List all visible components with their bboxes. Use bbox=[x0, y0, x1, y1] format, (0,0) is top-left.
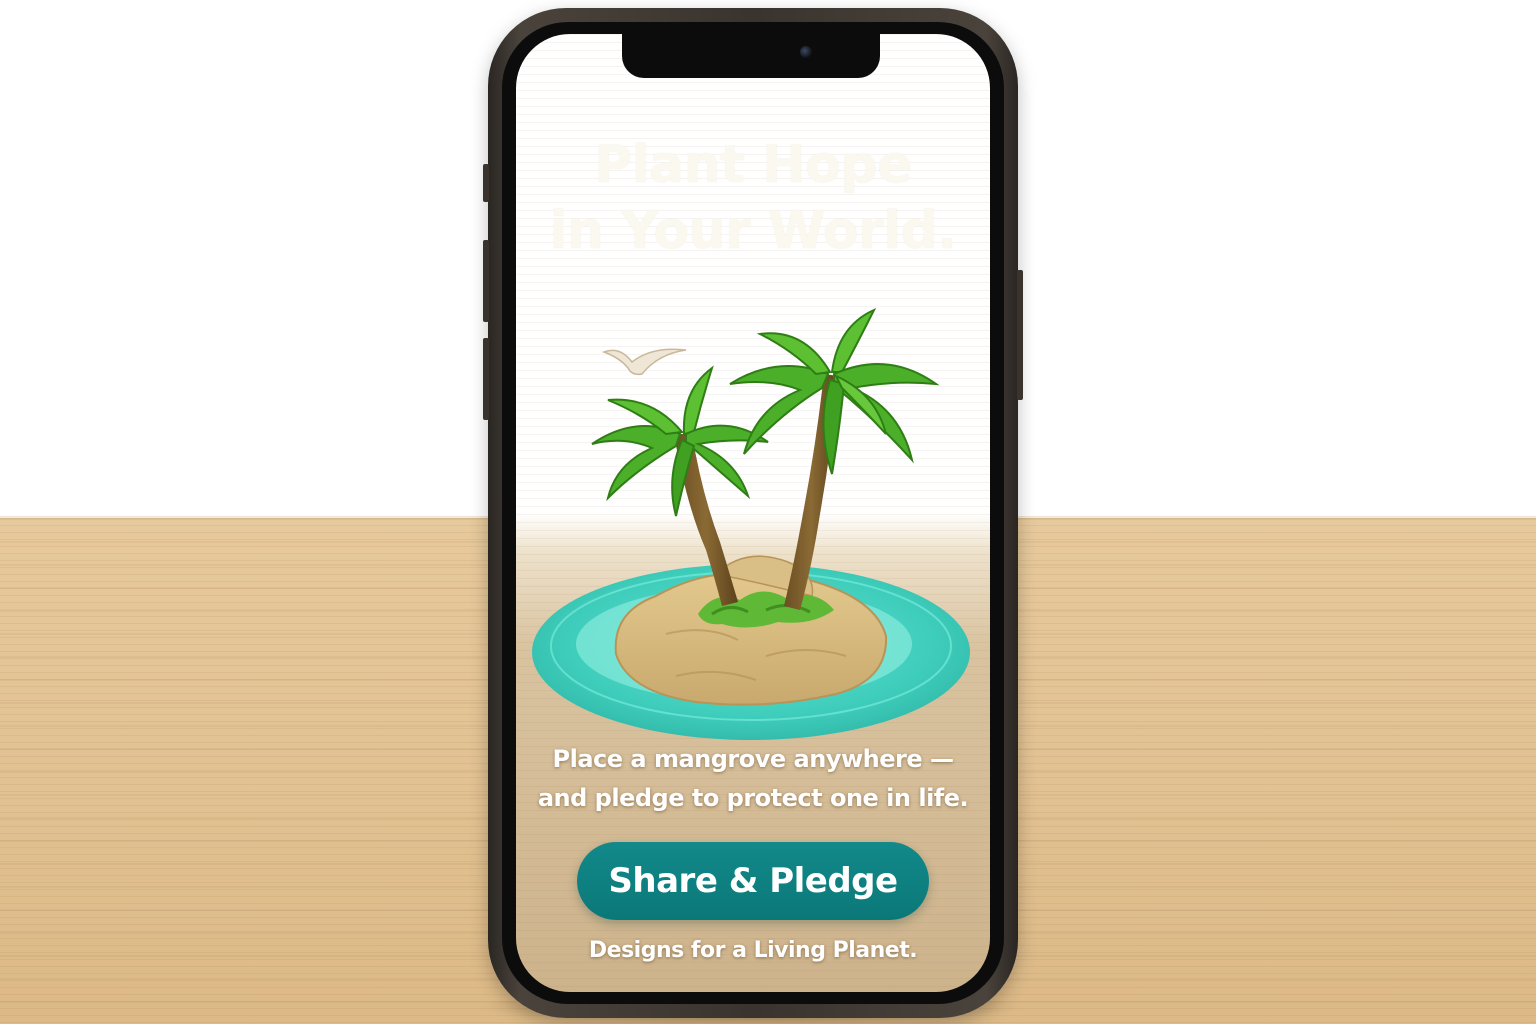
tagline: Place a mangrove anywhere — and pledge t… bbox=[516, 740, 990, 818]
tagline-line-2: and pledge to protect one in life. bbox=[537, 784, 969, 812]
headline-line-2: in Your World. bbox=[549, 201, 958, 261]
share-pledge-button[interactable]: Share & Pledge bbox=[577, 842, 929, 920]
silent-switch bbox=[483, 338, 489, 420]
palm-fronds-right bbox=[729, 307, 940, 475]
product-mockup-scene: Plant Hope in Your World. Place a mangro… bbox=[0, 0, 1536, 1024]
palm-island-icon bbox=[532, 307, 970, 740]
headline: Plant Hope in Your World. bbox=[516, 132, 990, 264]
volume-down-button bbox=[483, 240, 489, 322]
seagull-icon bbox=[601, 348, 687, 376]
phone-notch bbox=[622, 34, 880, 78]
phone-frame: Plant Hope in Your World. Place a mangro… bbox=[483, 8, 1023, 1018]
volume-up-button bbox=[483, 164, 489, 202]
share-pledge-label: Share & Pledge bbox=[608, 861, 898, 901]
front-camera-icon bbox=[800, 46, 812, 58]
tagline-line-1: Place a mangrove anywhere — bbox=[552, 745, 954, 773]
headline-line-1: Plant Hope bbox=[594, 135, 912, 195]
power-button bbox=[1017, 270, 1023, 400]
app-screen: Plant Hope in Your World. Place a mangro… bbox=[516, 34, 990, 992]
footer-slogan: Designs for a Living Planet. bbox=[588, 938, 918, 963]
